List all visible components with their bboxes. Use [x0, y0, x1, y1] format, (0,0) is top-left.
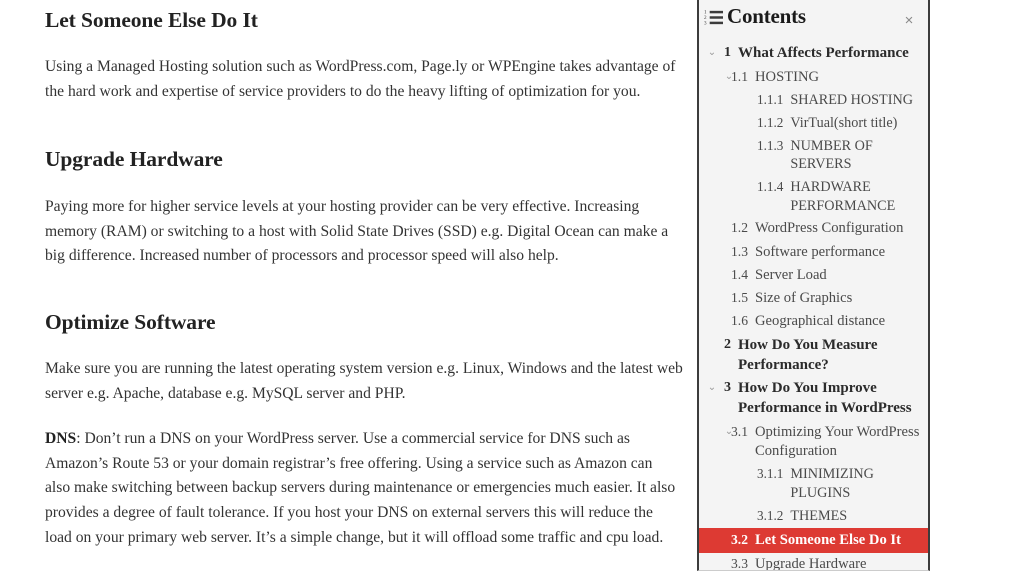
- toc-item-what-affects-performance[interactable]: ⌄ 1 What Affects Performance: [699, 42, 928, 66]
- toc-item-number: 3.1.1: [757, 466, 784, 482]
- svg-text:3: 3: [704, 21, 707, 27]
- toc-item-wordpress-configuration[interactable]: 1.2 WordPress Configuration: [699, 217, 928, 240]
- toc-title-group: 1 2 3 Contents: [704, 6, 918, 27]
- toc-header: 1 2 3 Contents ×: [699, 0, 928, 42]
- toc-item-number: 1.1.1: [757, 92, 784, 108]
- paragraph-upgrade-hardware: Paying more for higher service levels at…: [45, 198, 669, 265]
- toc-item-label: Server Load: [755, 266, 827, 283]
- toc-item-label: How Do You Improve Performance in WordPr…: [738, 380, 912, 417]
- toc-list: ⌄ 1 What Affects Performance ⌄ 1.1 HOSTING 1.1…: [699, 42, 928, 571]
- chevron-down-icon[interactable]: ⌄: [723, 68, 735, 85]
- toc-item-number: 3.2: [731, 531, 748, 547]
- page-title: Let Someone Else Do It: [45, 8, 258, 32]
- close-icon[interactable]: ×: [900, 12, 918, 30]
- paragraph-managed-hosting: Using a Managed Hosting solution such as…: [45, 58, 676, 100]
- toc-item-label: Optimizing Your WordPress Configuration: [755, 423, 920, 460]
- toc-item-themes[interactable]: 3.1.2 THEMES: [699, 505, 928, 528]
- toc-item-number: 1.1.4: [757, 178, 784, 194]
- toc-item-label: Geographical distance: [755, 313, 886, 330]
- toc-item-virtual-short-title[interactable]: 1.1.2 VirTual(short title): [699, 112, 928, 135]
- toc-item-upgrade-hardware[interactable]: 3.3 Upgrade Hardware: [699, 553, 928, 571]
- chevron-down-icon[interactable]: ⌄: [706, 44, 718, 61]
- toc-item-number-of-servers[interactable]: 1.1.3 NUMBER OF SERVERS: [699, 135, 928, 176]
- toc-item-number: 1.1.3: [757, 137, 784, 153]
- toc-item-label: NUMBER OF SERVERS: [790, 137, 873, 173]
- paragraph-optimize-software: Make sure you are running the latest ope…: [45, 360, 683, 402]
- toc-item-optimizing-your-wordpress-configuration[interactable]: ⌄ 3.1 Optimizing Your WordPress Configurat…: [699, 421, 928, 464]
- toc-item-number: 1.5: [731, 290, 748, 306]
- chevron-down-icon[interactable]: ⌄: [723, 423, 735, 440]
- toc-item-label: Upgrade Hardware: [755, 555, 867, 571]
- article-content: Let Someone Else Do It Using a Managed H…: [0, 0, 697, 571]
- toc-item-number: 3.3: [731, 555, 748, 571]
- toc-item-label: HOSTING: [755, 68, 820, 85]
- paragraph-dns: DNS: Don’t run a DNS on your WordPress s…: [45, 427, 681, 550]
- toc-item-hardware-performance[interactable]: 1.1.4 HARDWARE PERFORMANCE: [699, 176, 928, 217]
- toc-item-number: 3: [724, 380, 731, 396]
- toc-item-label: How Do You Measure Performance?: [738, 336, 878, 373]
- page-background-right: [930, 0, 1022, 571]
- toc-item-number: 1: [724, 45, 731, 60]
- chevron-down-icon[interactable]: ⌄: [706, 379, 718, 396]
- toc-item-number: 1.4: [731, 266, 748, 282]
- toc-item-label: THEMES: [790, 507, 848, 524]
- toc-item-label: WordPress Configuration: [755, 220, 904, 237]
- heading-optimize-software: Optimize Software: [45, 310, 216, 334]
- toc-item-minimizing-plugins[interactable]: 3.1.1 MINIMIZING PLUGINS: [699, 463, 928, 504]
- toc-item-geographical-distance[interactable]: 1.6 Geographical distance: [699, 310, 928, 333]
- toc-item-hosting[interactable]: ⌄ 1.1 HOSTING: [699, 66, 928, 89]
- toc-item-number: 1.3: [731, 243, 748, 259]
- toc-item-label: SHARED HOSTING: [790, 92, 913, 109]
- toc-item-shared-hosting[interactable]: 1.1.1 SHARED HOSTING: [699, 89, 928, 112]
- toc-item-label: What Affects Performance: [738, 45, 909, 61]
- toc-item-how-do-you-improve-performance-in-wordpress[interactable]: ⌄ 3 How Do You Improve Performance in Word…: [699, 377, 928, 421]
- toc-item-software-performance[interactable]: 1.3 Software performance: [699, 241, 928, 264]
- toc-item-number: 1.2: [731, 220, 748, 236]
- toc-item-label: HARDWARE PERFORMANCE: [790, 178, 896, 214]
- toc-item-number: 3.1.2: [757, 507, 784, 523]
- toc-item-size-of-graphics[interactable]: 1.5 Size of Graphics: [699, 287, 928, 310]
- toc-item-label: Size of Graphics: [755, 290, 853, 307]
- ordered-list-icon: 1 2 3: [704, 10, 723, 27]
- toc-item-label: VirTual(short title): [790, 114, 898, 131]
- toc-item-server-load[interactable]: 1.4 Server Load: [699, 264, 928, 287]
- toc-item-label: MINIMIZING PLUGINS: [790, 466, 874, 502]
- table-of-contents-panel: 1 2 3 Contents × ⌄ 1 What Affects Performa…: [697, 0, 930, 571]
- dns-body: Don’t run a DNS on your WordPress server…: [45, 430, 676, 546]
- heading-upgrade-hardware: Upgrade Hardware: [45, 147, 223, 171]
- toc-item-number: 1.1.2: [757, 114, 784, 130]
- toc-item-number: 1.6: [731, 313, 748, 329]
- toc-item-label: Software performance: [755, 243, 886, 260]
- toc-item-number: 2: [724, 336, 731, 352]
- toc-item-label: Let Someone Else Do It: [755, 531, 901, 548]
- toc-item-let-someone-else-do-it[interactable]: 3.2 Let Someone Else Do It: [699, 527, 928, 553]
- toc-title: Contents: [727, 4, 806, 28]
- dns-lead-in: DNS: [45, 430, 77, 447]
- toc-item-how-do-you-measure-performance[interactable]: 2 How Do You Measure Performance?: [699, 334, 928, 378]
